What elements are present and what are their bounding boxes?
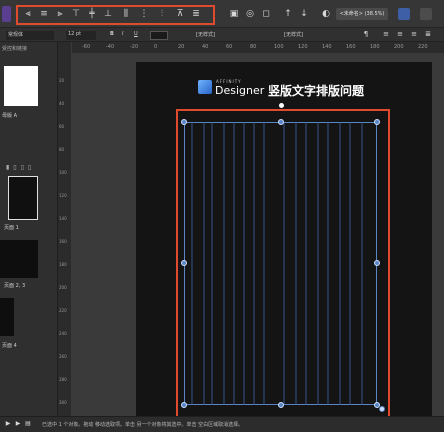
font-name-field[interactable]: 常规体	[6, 31, 54, 40]
vruler-tick-label: 80	[59, 147, 65, 152]
page-view-icons[interactable]: ▮▯▯▯	[6, 164, 46, 171]
selection-handle-top-center[interactable]	[278, 119, 284, 125]
transform-icon[interactable]: ◎	[244, 8, 256, 20]
zoom-label: <未命名> (38.5%)	[339, 11, 385, 17]
text-justify-icon[interactable]: ≣	[422, 29, 434, 39]
column-guides	[191, 122, 363, 405]
italic-button[interactable]: I	[122, 31, 123, 37]
page1-thumbnail[interactable]	[8, 176, 38, 220]
ruler-tick-label: 80	[250, 44, 257, 50]
designer-logo-icon	[198, 80, 212, 94]
text-align-center-icon[interactable]: ≡	[394, 29, 406, 39]
ruler-tick-label: 140	[322, 44, 332, 50]
ruler-tick-label: 100	[274, 44, 284, 50]
geometry-icon[interactable]: ◻	[260, 8, 272, 20]
font-name-value: 常规体	[8, 32, 24, 38]
selection-handle-middle-left[interactable]	[181, 260, 187, 266]
vruler-tick-label: 160	[59, 239, 67, 244]
paragraph-icon[interactable]: ¶	[360, 29, 372, 39]
paragraph-style-dropdown[interactable]: [无样式]	[196, 31, 215, 38]
ruler-tick-label: -40	[106, 44, 115, 50]
vruler-tick-label: 20	[59, 78, 65, 83]
selection-handle-bottom-center[interactable]	[278, 402, 284, 408]
status-text: 已选中 1 个对象。拖动 移动选取项。单击 另一个对象将其选中。单击 空白区域取…	[42, 422, 244, 428]
alignment-tools-highlight	[16, 5, 215, 25]
page4-label: 页面 4	[2, 343, 17, 349]
underline-button[interactable]: U	[134, 31, 138, 37]
character-style-dropdown[interactable]: [无样式]	[284, 31, 303, 38]
ruler-tick-label: -20	[130, 44, 139, 50]
ruler-tick-label: -60	[82, 44, 91, 50]
page1-label: 页面 1	[4, 225, 19, 231]
vruler-tick-label: 200	[59, 285, 67, 290]
vruler-tick-label: 300	[59, 400, 67, 405]
master-thumbnail[interactable]	[4, 66, 38, 106]
font-size-field[interactable]: 12 pt	[66, 31, 96, 40]
vruler-tick-label: 120	[59, 193, 67, 198]
export-persona-icon[interactable]	[420, 8, 432, 20]
banner-title: 竖版文字排版问题	[268, 84, 365, 98]
ruler-tick-label: 60	[226, 44, 233, 50]
vruler-tick-label: 40	[59, 101, 65, 106]
vruler-tick-label: 260	[59, 354, 67, 359]
vruler-tick-label: 140	[59, 216, 67, 221]
text-align-right-icon[interactable]: ≡	[408, 29, 420, 39]
selection-handle-top-right[interactable]	[374, 119, 380, 125]
text-color-swatch[interactable]	[150, 31, 168, 40]
selection-handle-bottom-left[interactable]	[181, 402, 187, 408]
page-icon[interactable]: ▤	[22, 419, 34, 429]
ruler-tick-label: 160	[346, 44, 356, 50]
selection-handle-top-left[interactable]	[181, 119, 187, 125]
master-label: 母版 A	[2, 113, 18, 119]
move-backward-icon[interactable]: ↓	[298, 8, 310, 20]
page23-thumbnail[interactable]	[0, 240, 38, 278]
ruler-tick-label: 180	[370, 44, 380, 50]
vruler-tick-label: 220	[59, 308, 67, 313]
document-canvas[interactable]: AFFINITY Designer 竖版文字排版问题	[72, 54, 444, 418]
status-bar: ▶ ▶ ▤ 已选中 1 个对象。拖动 移动选取项。单击 另一个对象将其选中。单击…	[0, 416, 444, 432]
designer-app-name: Designer	[215, 84, 265, 97]
page4-thumbnail[interactable]	[0, 298, 14, 336]
vruler-tick-label: 280	[59, 377, 67, 382]
view-mode-icon[interactable]: ◐	[320, 8, 332, 20]
main-toolbar: ⫷ ≡ ⫸ ⊤ ╪ ⊥ ⫼ ⋮ ⫶ ⊼ ≣ ▣ ◎ ◻ ↑ ↓ ◐ <未命名> …	[0, 0, 444, 28]
ruler-tick-label: 200	[394, 44, 404, 50]
persona-icon[interactable]	[398, 8, 410, 20]
rotation-handle[interactable]	[279, 103, 284, 108]
vertical-ruler[interactable]: 20 40 60 80 100 120 140 160 180 200 220 240 260 280 30…	[58, 42, 72, 416]
text-align-left-icon[interactable]: ≡	[380, 29, 392, 39]
font-size-value: 12 pt	[68, 31, 82, 37]
snapping-icon[interactable]: ▣	[228, 8, 240, 20]
app-logo-icon	[2, 6, 11, 22]
ruler-tick-label: 20	[178, 44, 185, 50]
panel-tab[interactable]: 受控和链接	[2, 45, 27, 52]
ruler-tick-label: 220	[418, 44, 428, 50]
vruler-tick-label: 240	[59, 331, 67, 336]
context-toolbar: 常规体 12 pt B I U [无样式] [无样式] ¶ ≡ ≡ ≡ ≣	[0, 28, 444, 42]
ruler-tick-label: 0	[154, 44, 158, 50]
horizontal-ruler[interactable]: -60 -40 -20 0 20 40 60 80 100 120 140 160 180 200 220	[72, 42, 444, 54]
vruler-tick-label: 100	[59, 170, 67, 175]
ruler-tick-label: 40	[202, 44, 209, 50]
ruler-tick-label: 120	[298, 44, 308, 50]
vruler-tick-label: 60	[59, 124, 65, 129]
vruler-tick-label: 180	[59, 262, 67, 267]
move-forward-icon[interactable]: ↑	[282, 8, 294, 20]
zoom-dropdown[interactable]: <未命名> (38.5%)	[336, 8, 388, 20]
text-overflow-handle[interactable]	[379, 406, 385, 412]
bold-button[interactable]: B	[110, 31, 114, 37]
selection-handle-middle-right[interactable]	[374, 260, 380, 266]
panel-tab-label: 受控和链接	[2, 46, 28, 52]
page23-label: 页面 2, 3	[4, 283, 26, 289]
pages-panel: 受控和链接 母版 A ▮▯▯▯ 页面 1 页面 2, 3 页面 4	[0, 42, 58, 416]
